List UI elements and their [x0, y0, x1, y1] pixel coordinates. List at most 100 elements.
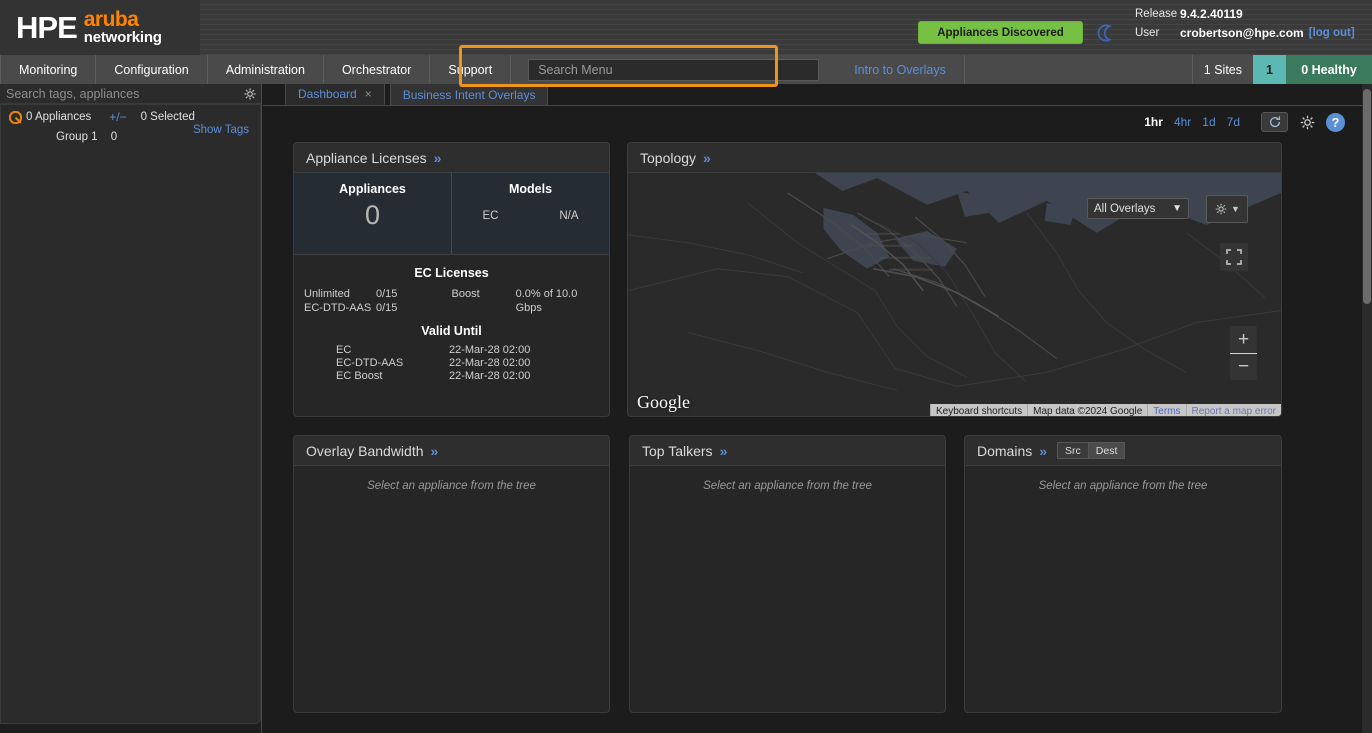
healthy-status-badge[interactable]: 0 Healthy	[1286, 55, 1372, 84]
panel-body: Select an appliance from the tree	[630, 466, 945, 492]
map-zoom-controls[interactable]: + −	[1230, 326, 1257, 380]
chevron-double-right-icon[interactable]: »	[703, 150, 711, 166]
valid-until-title: Valid Until	[421, 324, 482, 338]
gear-icon	[1215, 203, 1227, 215]
chevron-double-right-icon[interactable]: »	[720, 443, 728, 459]
panel-header: Topology »	[628, 143, 1281, 173]
zoom-in-button[interactable]: +	[1230, 326, 1257, 354]
licenses-summary: Appliances 0 Models EC N/A	[294, 173, 609, 255]
table-row: EC Boost 22-Mar-28 02:00	[304, 370, 599, 383]
page-title: Topology	[640, 149, 697, 166]
nav-item-administration[interactable]: Administration	[208, 55, 324, 84]
model-name: EC	[482, 210, 499, 222]
search-menu-input[interactable]	[528, 58, 820, 81]
src-dest-toggle: Src Dest	[1057, 442, 1126, 459]
appliance-tree-header: 0 Appliances +/− 0 Selected Show Tags	[1, 105, 260, 136]
scrollbar-thumb[interactable]	[1363, 89, 1371, 304]
zoom-out-button[interactable]: −	[1230, 354, 1257, 381]
appliances-column: Appliances 0	[294, 173, 452, 254]
models-column: Models EC N/A	[452, 173, 609, 254]
overlay-select[interactable]: All Overlays ▼	[1087, 198, 1189, 219]
intro-to-overlays-link[interactable]: Intro to Overlays	[836, 55, 965, 84]
panel-header: Domains » Src Dest	[965, 436, 1281, 466]
valid-license-date: 22-Mar-28 02:00	[449, 370, 531, 382]
valid-until-table: EC 22-Mar-28 02:00 EC-DTD-AAS 22-Mar-28 …	[294, 344, 609, 383]
appliance-tree-sidebar: 0 Appliances +/− 0 Selected Show Tags Gr…	[0, 84, 262, 733]
map-attribution: Keyboard shortcuts Map data ©2024 Google…	[929, 404, 1281, 416]
keyboard-shortcuts-link[interactable]: Keyboard shortcuts	[929, 404, 1028, 416]
ec-license-value: 0/15	[376, 302, 398, 314]
table-row: EC 22-Mar-28 02:00	[304, 344, 599, 357]
panel-appliance-licenses: Appliance Licenses » Appliances 0 Models…	[293, 142, 610, 417]
google-logo: Google	[637, 392, 690, 412]
nav-item-monitoring[interactable]: Monitoring	[0, 55, 97, 84]
chevron-down-icon: ▼	[1172, 203, 1182, 214]
nav-item-orchestrator[interactable]: Orchestrator	[324, 55, 431, 84]
appliances-discovered-button[interactable]: Appliances Discovered	[918, 21, 1083, 44]
tree-group-count: 0	[110, 131, 118, 143]
page-title: Overlay Bandwidth	[306, 442, 424, 459]
boost-value: 0.0% of 10.0 Gbps	[515, 288, 578, 314]
map-settings-button[interactable]: ▼	[1206, 195, 1248, 223]
map-data-label: Map data ©2024 Google	[1027, 404, 1148, 416]
chevron-double-right-icon[interactable]: »	[431, 443, 439, 459]
refresh-icon[interactable]	[1261, 112, 1288, 132]
report-map-error-link[interactable]: Report a map error	[1185, 404, 1281, 416]
main-navbar: Monitoring Configuration Administration …	[0, 55, 1372, 84]
gear-icon[interactable]	[1297, 112, 1317, 132]
tree-group-label: Group 1	[56, 131, 98, 143]
tab-dashboard-label: Dashboard	[298, 87, 357, 101]
boost-label: Boost	[451, 288, 480, 300]
chevron-double-right-icon[interactable]: »	[434, 150, 442, 166]
nav-item-configuration[interactable]: Configuration	[96, 55, 208, 84]
panel-body: Select an appliance from the tree	[965, 466, 1281, 492]
release-label: Release	[1135, 7, 1178, 20]
page-title: Appliance Licenses	[306, 149, 427, 166]
gear-icon[interactable]	[239, 87, 261, 101]
user-label: User	[1135, 26, 1160, 39]
nav-item-support[interactable]: Support	[430, 55, 512, 84]
appliances-count-value: 0	[364, 200, 381, 230]
appliance-count-badge[interactable]: 1	[1253, 55, 1286, 84]
session-info: Release 9.4.2.40119 User crobertson@hpe.…	[1135, 4, 1355, 42]
ec-licenses-title: EC Licenses	[414, 266, 489, 280]
tab-dashboard[interactable]: Dashboard ×	[285, 83, 385, 105]
time-option-1d[interactable]: 1d	[1202, 115, 1215, 129]
time-option-4hr[interactable]: 4hr	[1174, 115, 1191, 129]
tab-business-intent-overlays[interactable]: Business Intent Overlays	[389, 83, 549, 105]
time-option-1hr[interactable]: 1hr	[1144, 115, 1163, 129]
show-tags-link[interactable]: Show Tags	[193, 124, 249, 136]
time-option-7d[interactable]: 7d	[1227, 115, 1240, 129]
models-header: Models	[508, 182, 553, 196]
panel-domains: Domains » Src Dest Select an appliance f…	[964, 435, 1282, 713]
dashboard-toolbar: 1hr 4hr 1d 7d ?	[263, 106, 1363, 138]
close-icon[interactable]: ×	[365, 87, 372, 101]
expand-collapse-toggle[interactable]: +/−	[109, 110, 126, 124]
moon-icon[interactable]	[1096, 23, 1116, 43]
page-scrollbar[interactable]	[1362, 84, 1372, 733]
brand-logo: HPE aruba networking	[0, 0, 200, 55]
src-toggle-button[interactable]: Src	[1057, 442, 1088, 459]
help-button[interactable]: ?	[1326, 112, 1345, 132]
chevron-double-right-icon[interactable]: »	[1039, 443, 1047, 459]
page-title: Top Talkers	[642, 442, 713, 459]
sidebar-search-input[interactable]	[0, 84, 239, 103]
dest-toggle-button[interactable]: Dest	[1087, 442, 1126, 459]
panel-body: Appliances 0 Models EC N/A EC Licenses U…	[294, 173, 609, 383]
topology-map[interactable]: All Overlays ▼ ▼ + − Google Keyboard sho…	[628, 173, 1281, 416]
appliance-status-icon	[8, 110, 22, 124]
ec-license-name: EC-DTD-AAS	[304, 302, 372, 314]
logout-link[interactable]: [log out]	[1309, 27, 1355, 39]
empty-state-message: Select an appliance from the tree	[703, 480, 872, 492]
user-email: crobertson@hpe.com	[1180, 25, 1304, 40]
panel-header: Top Talkers »	[630, 436, 945, 466]
search-menu-container	[511, 55, 836, 84]
sites-count[interactable]: 1 Sites	[1193, 55, 1253, 84]
model-value: N/A	[559, 210, 579, 222]
time-range-selector: 1hr 4hr 1d 7d	[1144, 115, 1240, 129]
appliances-count-label: 0 Appliances	[26, 111, 92, 123]
panel-header: Appliance Licenses »	[294, 143, 609, 173]
panel-topology: Topology » All Overlays ▼ ▼ + − Google K…	[627, 142, 1282, 417]
fullscreen-icon[interactable]	[1220, 243, 1248, 271]
terms-link[interactable]: Terms	[1147, 404, 1186, 416]
